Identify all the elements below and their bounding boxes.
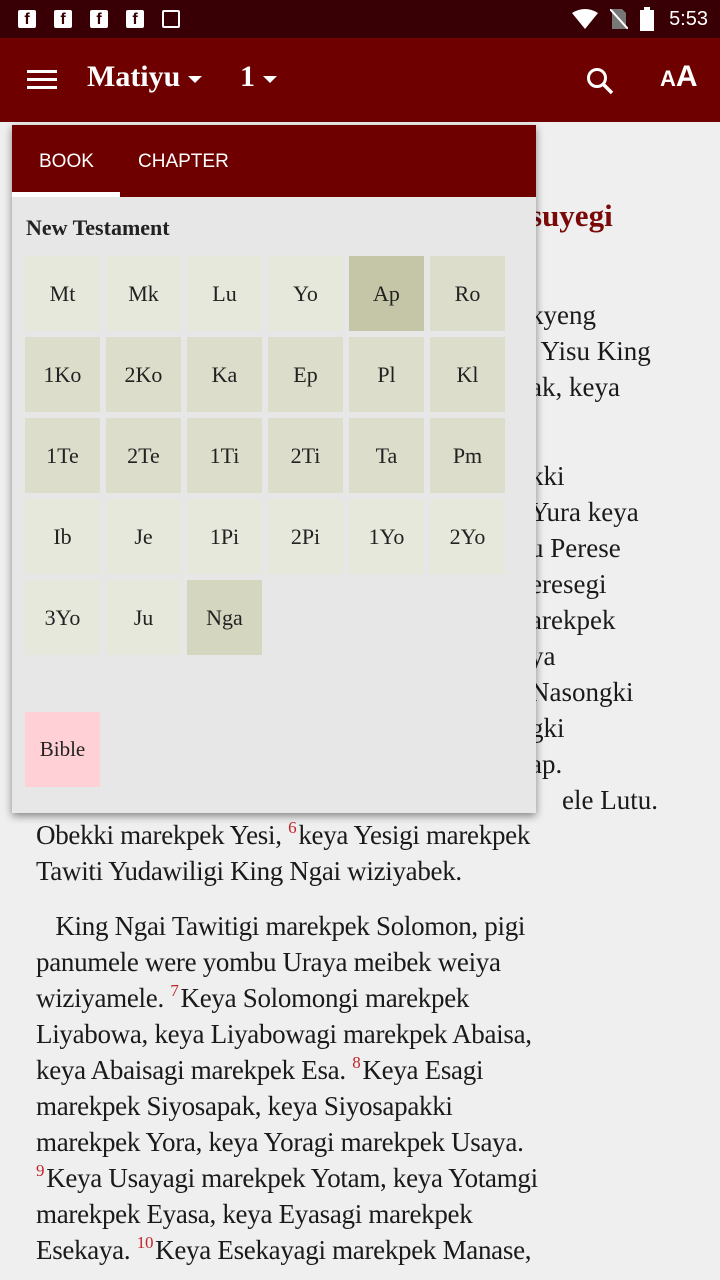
dropdown-caret-icon <box>263 75 277 83</box>
search-icon[interactable] <box>585 66 615 96</box>
book-picker-popup: BOOK CHAPTER New Testament Mt Mk Lu Yo Ap Ro 1… <box>12 125 536 813</box>
bible-button[interactable]: Bible <box>25 712 100 787</box>
text-line-fragment: . Yisu King <box>528 336 651 366</box>
book-button-pl[interactable]: Pl <box>349 337 424 412</box>
book-button-ta[interactable]: Ta <box>349 418 424 493</box>
facebook-icon: f <box>90 10 108 28</box>
verse-text: Liyabowa, keya Liyabowagi marekpek Abais… <box>36 1019 532 1049</box>
chapter-number: 1 <box>240 60 255 93</box>
verse-text: Keya Esekayagi marekpek Manase, <box>155 1235 532 1265</box>
text-line-fragment: arekpek <box>530 605 616 635</box>
book-button-1ko[interactable]: 1Ko <box>25 337 100 412</box>
book-button-ep[interactable]: Ep <box>268 337 343 412</box>
book-button-2te[interactable]: 2Te <box>106 418 181 493</box>
book-button-2pi[interactable]: 2Pi <box>268 499 343 574</box>
text-line-fragment: Yura keya <box>530 497 639 527</box>
book-button-ju[interactable]: Ju <box>106 580 181 655</box>
verse-number: 7 <box>170 981 179 1000</box>
verse-number: 9 <box>36 1161 45 1180</box>
image-icon <box>162 10 180 28</box>
verse-text: Keya Usayagi marekpek Yotam, keya Yotamg… <box>46 1163 538 1193</box>
section-title: New Testament <box>26 215 170 240</box>
no-sim-icon <box>610 9 628 29</box>
book-button-ro[interactable]: Ro <box>430 256 505 331</box>
book-button-pm[interactable]: Pm <box>430 418 505 493</box>
book-button-kl[interactable]: Kl <box>430 337 505 412</box>
text-line: marekpek Siyosapak, keya Siyosapakki <box>36 1088 453 1124</box>
verse-text: Keya Solomongi marekpek <box>180 983 470 1013</box>
book-button-3yo[interactable]: 3Yo <box>25 580 100 655</box>
book-button-je[interactable]: Je <box>106 499 181 574</box>
book-button-nga[interactable]: Nga <box>187 580 262 655</box>
book-grid: Mt Mk Lu Yo Ap Ro 1Ko 2Ko Ka Ep Pl Kl 1Te 2Te 1Ti 2Ti Ta… <box>25 256 505 655</box>
text-line-fragment: kyeng <box>530 300 596 330</box>
text-size-button[interactable]: AA <box>660 60 698 94</box>
text-line: Tawiti Yudawiligi King Ngai wiziyabek. <box>36 853 462 889</box>
wifi-icon <box>572 9 598 29</box>
active-tab-indicator <box>12 192 120 197</box>
text-line: wiziyamele. 7Keya Solomongi marekpek <box>36 980 469 1016</box>
facebook-icon: f <box>126 10 144 28</box>
facebook-icon: f <box>18 10 36 28</box>
verse-number: 10 <box>136 1233 154 1252</box>
verse-text: marekpek Yora, keya Yoragi marekpek Usay… <box>36 1127 524 1157</box>
menu-icon[interactable] <box>27 70 57 90</box>
book-button-2yo[interactable]: 2Yo <box>430 499 505 574</box>
verse-text: Keya Esagi <box>362 1055 484 1085</box>
text-line: panumele were yombu Uraya meibek weiya <box>36 944 501 980</box>
text-line: Obekki marekpek Yesi, 6keya Yesigi marek… <box>36 817 530 853</box>
verse-text: Obekki marekpek Yesi, <box>36 820 289 850</box>
verse-number: 6 <box>288 818 297 837</box>
tab-chapter[interactable]: CHAPTER <box>138 151 229 173</box>
text-line: marekpek Yora, keya Yoragi marekpek Usay… <box>36 1124 524 1160</box>
text-line: Liyabowa, keya Liyabowagi marekpek Abais… <box>36 1016 532 1052</box>
text-line-fragment: eresegi <box>530 569 607 599</box>
text-line: marekpek Eyasa, keya Eyasagi marekpek <box>36 1196 473 1232</box>
verse-text: wiziyamele. <box>36 983 171 1013</box>
book-button-mk[interactable]: Mk <box>106 256 181 331</box>
text-line: keya Abaisagi marekpek Esa. 8Keya Esagi <box>36 1052 483 1088</box>
text-line: King Ngai Tawitigi marekpek Solomon, pig… <box>36 908 525 944</box>
clock: 5:53 <box>669 8 708 30</box>
app-bar: Matiyu 1 AA <box>0 38 720 122</box>
book-name: Matiyu <box>87 60 181 93</box>
book-button-mt[interactable]: Mt <box>25 256 100 331</box>
book-button-lu[interactable]: Lu <box>187 256 262 331</box>
book-button-1te[interactable]: 1Te <box>25 418 100 493</box>
verse-text: marekpek Eyasa, keya Eyasagi marekpek <box>36 1199 473 1229</box>
text-line-fragment: ak, keya <box>530 372 620 402</box>
text-line: 9Keya Usayagi marekpek Yotam, keya Yotam… <box>36 1160 538 1196</box>
verse-text: keya Yesigi marekpek <box>298 820 531 850</box>
picker-tabs: BOOK CHAPTER <box>12 125 536 197</box>
book-button-2ko[interactable]: 2Ko <box>106 337 181 412</box>
status-bar: f f f f 5:53 <box>0 0 720 38</box>
text-line-fragment: Nasongki <box>530 677 634 707</box>
book-button-ap[interactable]: Ap <box>349 256 424 331</box>
book-button-ib[interactable]: Ib <box>25 499 100 574</box>
book-button-2ti[interactable]: 2Ti <box>268 418 343 493</box>
verse-text: King Ngai Tawitigi marekpek Solomon, pig… <box>36 911 526 941</box>
verse-text: Tawiti Yudawiligi King Ngai wiziyabek. <box>36 856 462 886</box>
verse-text: Esekaya. <box>36 1235 137 1265</box>
book-button-1ti[interactable]: 1Ti <box>187 418 262 493</box>
battery-icon <box>640 7 654 31</box>
tab-book[interactable]: BOOK <box>39 151 94 173</box>
book-button-ka[interactable]: Ka <box>187 337 262 412</box>
book-button-yo[interactable]: Yo <box>268 256 343 331</box>
book-selector[interactable]: Matiyu <box>87 60 203 94</box>
facebook-icon: f <box>54 10 72 28</box>
text-line-fragment: u Perese <box>530 533 621 563</box>
verse-number: 8 <box>352 1053 361 1072</box>
book-button-1yo[interactable]: 1Yo <box>349 499 424 574</box>
book-button-1pi[interactable]: 1Pi <box>187 499 262 574</box>
chapter-selector[interactable]: 1 <box>240 60 277 94</box>
verse-text: panumele were yombu Uraya meibek weiya <box>36 947 501 977</box>
section-heading: suyegi <box>530 198 613 233</box>
verse-text: marekpek Siyosapak, keya Siyosapakki <box>36 1091 453 1121</box>
dropdown-caret-icon <box>188 75 203 83</box>
verse-text: keya Abaisagi marekpek Esa. <box>36 1055 353 1085</box>
text-line-fragment: ele Lutu. <box>562 785 658 815</box>
text-line: Esekaya. 10Keya Esekayagi marekpek Manas… <box>36 1232 532 1268</box>
